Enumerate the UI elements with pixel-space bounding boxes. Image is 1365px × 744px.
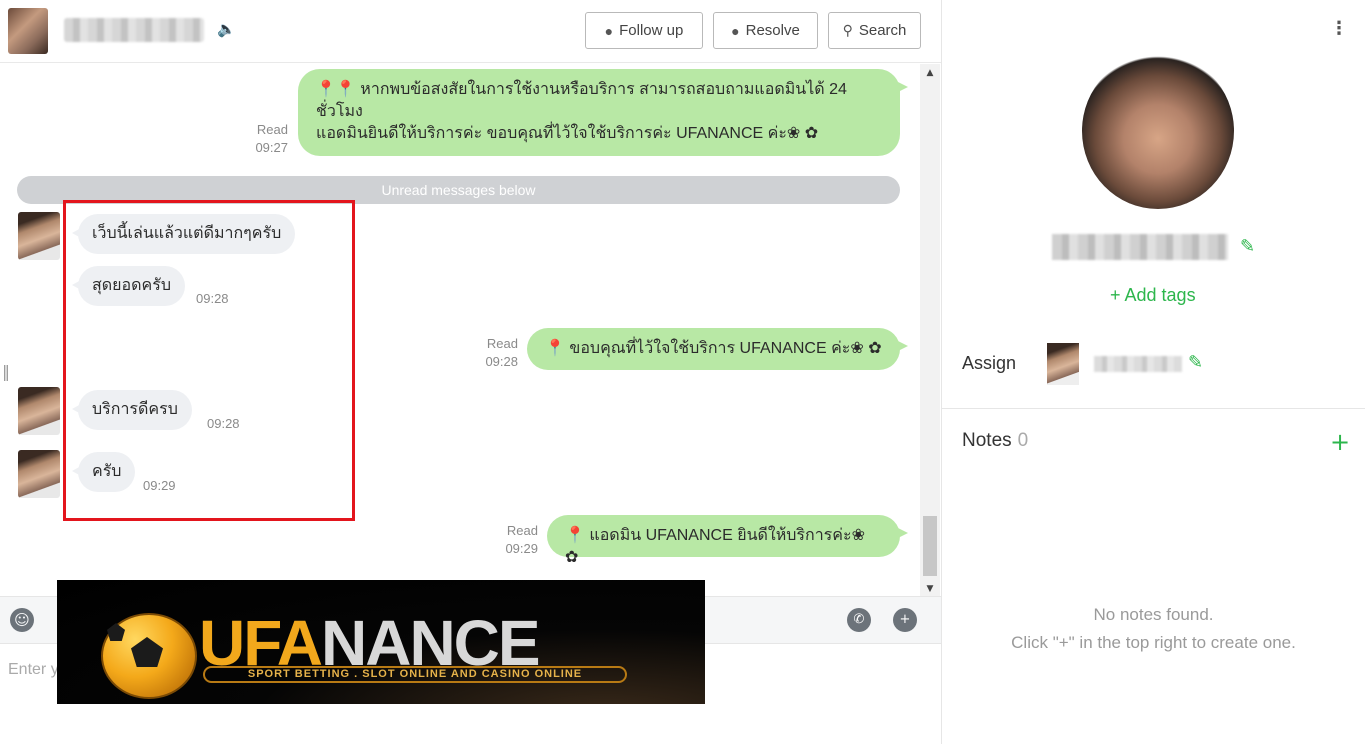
edit-assignee-pencil-icon[interactable]: ✎: [1188, 352, 1203, 373]
message-time: 09:29: [505, 541, 538, 556]
message-time: 09:27: [255, 140, 288, 155]
pin-icon: 📍: [545, 340, 565, 357]
message-meta: Read 09:27: [240, 121, 288, 157]
outgoing-message[interactable]: 📍 ขอบคุณที่ไว้ใจใช้บริการ UFANANCE ค่ะ❀ …: [527, 328, 908, 370]
chat-app: 🔈 ● Follow up ● Resolve ⚲ Search Read 09…: [0, 0, 1365, 744]
search-icon: ⚲: [842, 22, 853, 38]
resize-handle[interactable]: ‖: [2, 362, 10, 381]
message-line: แอดมิน UFANANCE ยินดีให้บริการค่ะ❀ ✿: [565, 527, 865, 566]
chat-header: 🔈 ● Follow up ● Resolve ⚲ Search: [0, 0, 941, 63]
section-divider: [942, 408, 1365, 409]
message-line: แอดมินยินดีให้บริการค่ะ ขอบคุณที่ไว้ใจใช…: [316, 125, 819, 142]
sender-avatar[interactable]: [18, 450, 60, 498]
call-icon[interactable]: ✆: [847, 608, 871, 632]
pin-icon: 📍📍: [316, 81, 356, 98]
message-line: ชั่วโมง: [316, 103, 363, 120]
add-tags-button[interactable]: + Add tags: [1110, 285, 1196, 306]
read-status: Read: [506, 523, 538, 538]
message-line: ขอบคุณที่ไว้ใจใช้บริการ UFANANCE ค่ะ❀ ✿: [569, 340, 882, 357]
contact-profile-picture[interactable]: [1082, 53, 1234, 209]
highlight-box: [63, 200, 355, 521]
notes-empty-title: No notes found.: [1093, 605, 1214, 624]
read-status: Read: [486, 336, 518, 351]
message-line: 📍📍 หากพบข้อสงสัยในการใช้งานหรือบริการ สา…: [316, 81, 847, 98]
logo-tagline: SPORT BETTING . SLOT ONLINE AND CASINO O…: [203, 666, 627, 683]
resolve-label: Resolve: [745, 22, 800, 39]
notes-empty-hint: Click "+" in the top right to create one…: [1011, 633, 1296, 652]
scrollbar-thumb[interactable]: [923, 516, 937, 576]
outgoing-message[interactable]: 📍 แอดมิน UFANANCE ยินดีให้บริการค่ะ❀ ✿: [547, 515, 908, 566]
contact-display-name-blurred: [1052, 234, 1228, 260]
outgoing-message[interactable]: 📍📍 หากพบข้อสงสัยในการใช้งานหรือบริการ สา…: [298, 69, 908, 156]
notes-heading: Notes 0: [962, 430, 1028, 452]
message-scrollbar[interactable]: ▲ ▼: [920, 64, 940, 596]
chat-panel: 🔈 ● Follow up ● Resolve ⚲ Search Read 09…: [0, 0, 942, 744]
follow-up-button[interactable]: ● Follow up: [585, 12, 703, 49]
sender-avatar[interactable]: [18, 387, 60, 435]
contact-side-panel: ⋮ ✎ + Add tags Assign ✎ Notes 0 + No note…: [942, 0, 1365, 744]
soccer-ball-icon: [101, 613, 197, 699]
assign-label: Assign: [962, 353, 1017, 373]
speaker-icon[interactable]: 🔈: [217, 20, 236, 38]
contact-name-blurred: [64, 18, 204, 42]
notes-title: Notes: [962, 430, 1012, 451]
scroll-down-arrow-icon[interactable]: ▼: [920, 584, 940, 594]
ufanance-logo-banner: UFANANCE SPORT BETTING . SLOT ONLINE AND…: [57, 580, 705, 704]
resolve-button[interactable]: ● Resolve: [713, 12, 818, 49]
scroll-up-arrow-icon[interactable]: ▲: [920, 68, 940, 78]
message-meta: Read 09:29: [490, 522, 538, 558]
message-meta: Read 09:28: [470, 335, 518, 371]
read-status: Read: [256, 122, 288, 137]
sender-avatar[interactable]: [18, 212, 60, 260]
assignee-avatar[interactable]: [1047, 343, 1079, 385]
emoji-icon[interactable]: ☺: [10, 608, 34, 632]
follow-up-label: Follow up: [619, 22, 684, 39]
follow-up-icon: ●: [604, 22, 614, 39]
search-button[interactable]: ⚲ Search: [828, 12, 921, 49]
resolve-icon: ●: [731, 22, 740, 39]
pin-icon: 📍: [565, 527, 585, 544]
contact-avatar[interactable]: [8, 8, 48, 54]
assignee-name-blurred: [1094, 356, 1182, 372]
add-note-icon[interactable]: +: [1330, 428, 1350, 456]
more-options-icon[interactable]: ⋮: [1330, 18, 1348, 39]
notes-count: 0: [1017, 430, 1029, 451]
edit-name-pencil-icon[interactable]: ✎: [1240, 236, 1255, 257]
message-time: 09:28: [485, 354, 518, 369]
search-label: Search: [858, 22, 907, 39]
add-attachment-icon[interactable]: +: [893, 608, 917, 632]
